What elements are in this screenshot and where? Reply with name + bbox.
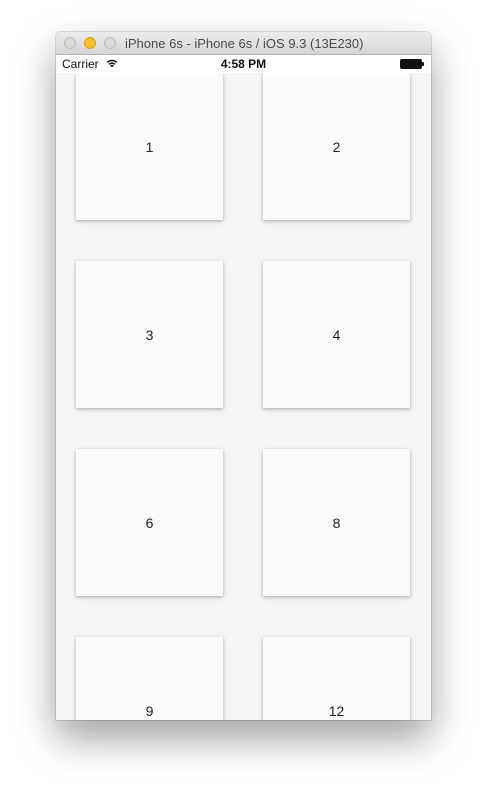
grid-tile[interactable]: 9 (76, 637, 223, 720)
grid-tile[interactable]: 4 (263, 261, 410, 408)
window-titlebar[interactable]: iPhone 6s - iPhone 6s / iOS 9.3 (13E230) (56, 32, 431, 55)
tile-label: 2 (332, 138, 341, 155)
window-title: iPhone 6s - iPhone 6s / iOS 9.3 (13E230) (125, 36, 364, 51)
tile-label: 4 (332, 326, 341, 343)
grid-tile[interactable]: 6 (76, 449, 223, 596)
battery-icon (400, 59, 424, 69)
grid-tile[interactable]: 8 (263, 449, 410, 596)
grid-tile[interactable]: 12 (263, 637, 410, 720)
grid-tile[interactable]: 2 (263, 73, 410, 220)
tile-label: 12 (328, 702, 345, 719)
status-bar: Carrier 4:58 PM (56, 55, 431, 73)
device-screen: Carrier 4:58 PM 1 2 3 4 6 8 9 12 (56, 55, 431, 720)
tile-label: 9 (145, 702, 154, 719)
minimize-window-button[interactable] (84, 37, 96, 49)
grid-tile[interactable]: 3 (76, 261, 223, 408)
tile-label: 1 (145, 138, 154, 155)
tile-label: 8 (332, 514, 341, 531)
tile-label: 3 (145, 326, 154, 343)
simulator-window: iPhone 6s - iPhone 6s / iOS 9.3 (13E230)… (56, 32, 431, 720)
close-window-button[interactable] (64, 37, 76, 49)
tile-label: 6 (145, 514, 154, 531)
zoom-window-button[interactable] (104, 37, 116, 49)
status-time: 4:58 PM (220, 57, 267, 71)
grid-tile[interactable]: 1 (76, 73, 223, 220)
